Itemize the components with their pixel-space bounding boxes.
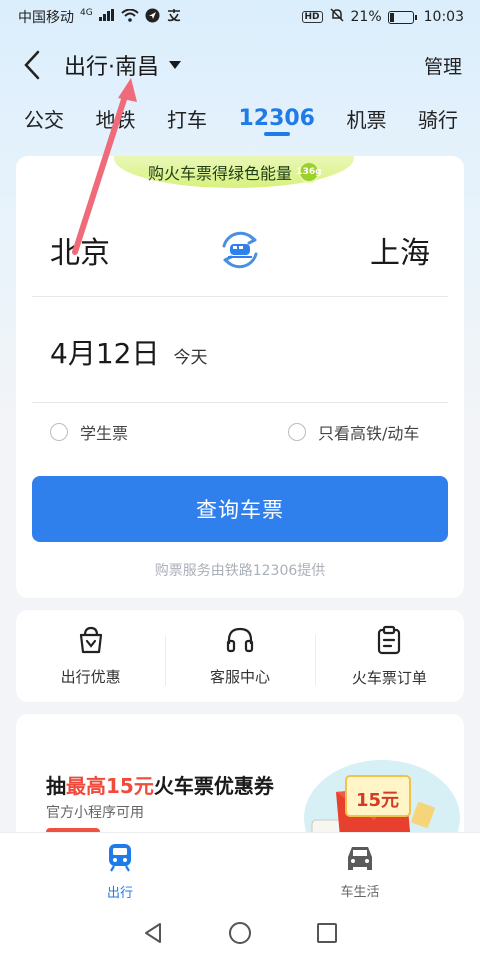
- shortcut-travel-deals[interactable]: 出行优惠: [16, 626, 165, 687]
- query-tickets-button[interactable]: 查询车票: [32, 476, 448, 542]
- promo-title-highlight: 最高15元: [66, 774, 154, 798]
- status-right: HD 21% 10:03: [301, 7, 464, 27]
- highspeed-only-option[interactable]: 只看高铁/动车: [288, 420, 419, 444]
- system-recents-icon[interactable]: [316, 922, 338, 948]
- shortcuts-card: 出行优惠 客服中心 火车票订单: [16, 610, 464, 702]
- mute-bell-icon: [329, 7, 345, 27]
- status-bar: 中国移动 4G HD 21% 10:03: [0, 0, 480, 34]
- battery-percent: 21%: [350, 9, 382, 25]
- departure-date: 4月12日: [50, 337, 160, 370]
- energy-banner-text: 购火车票得绿色能量: [147, 164, 292, 183]
- battery-icon: [387, 10, 417, 24]
- date-relative: 今天: [173, 348, 208, 368]
- student-radio[interactable]: [50, 423, 68, 441]
- city-selector[interactable]: 出行·南昌: [64, 49, 181, 81]
- coupon-amount: 15元: [356, 790, 400, 811]
- hd-badge: HD: [301, 11, 323, 23]
- shortcut-train-orders[interactable]: 火车票订单: [314, 625, 464, 688]
- provider-note: 购票服务由铁路12306提供: [154, 563, 326, 579]
- shortcut-label: 火车票订单: [351, 668, 427, 687]
- page-title: 出行·南昌: [64, 55, 159, 80]
- clock: 10:03: [423, 9, 464, 25]
- date-selector[interactable]: 4月12日 今天: [50, 332, 207, 372]
- train-icon: [106, 842, 134, 876]
- back-arrow-icon[interactable]: [18, 47, 46, 83]
- highspeed-label: 只看高铁/动车: [318, 424, 420, 443]
- divider: [32, 296, 448, 297]
- tab-metro[interactable]: 地铁: [95, 96, 135, 140]
- tab-cycling[interactable]: 骑行: [418, 96, 458, 140]
- app-notification-icon: [166, 8, 182, 26]
- shortcut-customer-service[interactable]: 客服中心: [165, 626, 314, 687]
- gift-bag-icon: [76, 626, 106, 658]
- promo-subtitle: 官方小程序可用: [46, 805, 144, 821]
- shortcut-label: 出行优惠: [60, 667, 121, 686]
- status-left: 中国移动 4G: [18, 7, 182, 27]
- location-icon: [145, 8, 160, 27]
- tab-bus[interactable]: 公交: [24, 96, 64, 140]
- promo-title: 抽最高15元火车票优惠券: [46, 770, 274, 799]
- station-row: 北京 上海: [16, 220, 464, 280]
- headset-icon: [225, 626, 255, 658]
- energy-badge: 136g: [296, 161, 322, 183]
- car-icon: [344, 843, 376, 875]
- student-label: 学生票: [80, 424, 129, 443]
- highspeed-radio[interactable]: [288, 423, 306, 441]
- system-nav-bar: [0, 910, 480, 960]
- to-station[interactable]: 上海: [370, 228, 430, 272]
- network-label: 4G: [80, 8, 93, 18]
- ticket-search-card: 购火车票得绿色能量 136g 北京 上海 4月12日 今天 学生票 只看高铁/动…: [16, 156, 464, 598]
- promo-title-prefix: 抽: [46, 774, 66, 798]
- shortcut-label: 客服中心: [209, 667, 270, 686]
- transport-tabs: 公交 地铁 打车 12306 机票 骑行: [0, 96, 480, 144]
- signal-icon: [98, 9, 115, 25]
- system-back-icon[interactable]: [142, 921, 164, 949]
- student-ticket-option[interactable]: 学生票: [50, 420, 128, 444]
- carrier-label: 中国移动: [18, 10, 74, 26]
- app-header: 出行·南昌 管理: [0, 40, 480, 90]
- promo-title-suffix: 火车票优惠券: [153, 774, 274, 798]
- nav-label: 车生活: [340, 885, 380, 900]
- nav-label: 出行: [106, 886, 133, 901]
- from-station[interactable]: 北京: [50, 228, 110, 272]
- bottom-nav: 出行 车生活: [0, 832, 480, 910]
- caret-down-icon: [169, 61, 181, 69]
- system-home-icon[interactable]: [228, 921, 252, 949]
- manage-button[interactable]: 管理: [424, 52, 462, 79]
- tab-taxi[interactable]: 打车: [167, 96, 207, 140]
- wifi-icon: [121, 8, 139, 26]
- swap-stations-icon[interactable]: [216, 226, 264, 274]
- tab-flight[interactable]: 机票: [346, 96, 386, 140]
- clipboard-icon: [374, 625, 404, 659]
- divider: [32, 402, 448, 403]
- tab-12306[interactable]: 12306: [238, 96, 315, 140]
- nav-car-life[interactable]: 车生活: [240, 833, 480, 910]
- green-energy-banner[interactable]: 购火车票得绿色能量 136g: [114, 156, 354, 188]
- nav-travel[interactable]: 出行: [0, 833, 240, 910]
